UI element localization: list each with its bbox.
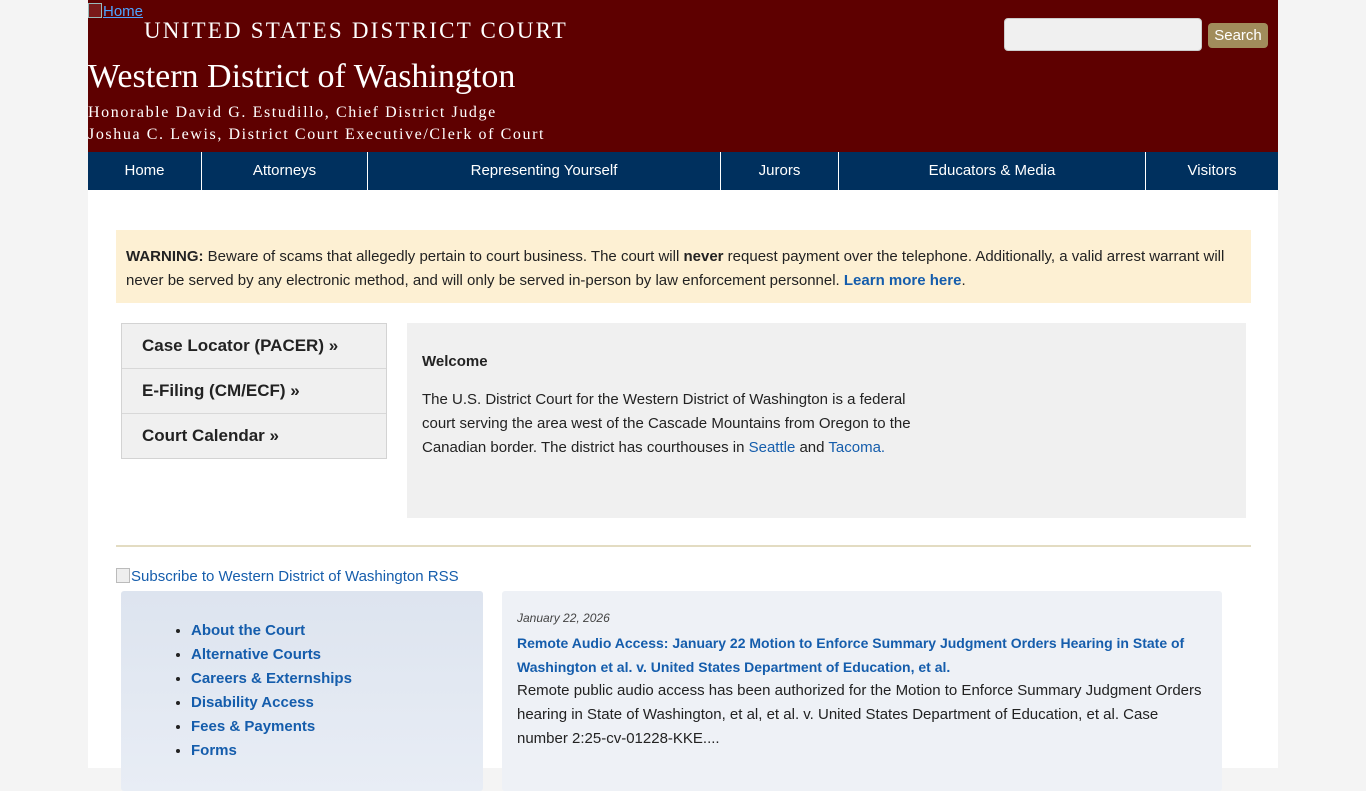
welcome-title: Welcome	[422, 353, 488, 370]
broken-image-icon	[88, 3, 102, 18]
home-logo-link[interactable]: Home	[88, 3, 143, 20]
nav-attorneys[interactable]: Attorneys	[202, 152, 368, 190]
main-nav: Home Attorneys Representing Yourself Jur…	[88, 152, 1278, 190]
search-button[interactable]: Search	[1208, 23, 1268, 48]
welcome-text-3: .	[880, 439, 886, 456]
news-title-link[interactable]: Remote Audio Access: January 22 Motion t…	[517, 631, 1207, 679]
chief-judge: Honorable David G. Estudillo, Chief Dist…	[88, 104, 497, 121]
nav-jurors[interactable]: Jurors	[721, 152, 839, 190]
court-calendar-link[interactable]: Court Calendar »	[122, 414, 386, 459]
search-input[interactable]	[1004, 18, 1202, 51]
court-clerk: Joshua C. Lewis, District Court Executiv…	[88, 126, 546, 143]
welcome-text: The U.S. District Court for the Western …	[422, 388, 912, 460]
sidebar-item-fees[interactable]: Fees & Payments	[191, 715, 483, 739]
sidebar-links: About the Court Alternative Courts Caree…	[121, 591, 483, 791]
warning-emphasis: never	[683, 248, 724, 265]
court-name: UNITED STATES DISTRICT COURT	[144, 18, 569, 43]
sidebar-item-about[interactable]: About the Court	[191, 619, 483, 643]
scam-warning: WARNING: Beware of scams that allegedly …	[116, 230, 1251, 303]
home-logo-alt: Home	[103, 3, 144, 20]
district-name: Western District of Washington	[88, 58, 516, 95]
case-locator-link[interactable]: Case Locator (PACER) »	[122, 324, 386, 369]
site-header: Home UNITED STATES DISTRICT COURT Wester…	[88, 0, 1278, 152]
welcome-text-2: and	[795, 439, 829, 456]
news-date: January 22, 2026	[517, 611, 610, 625]
sidebar-item-alternative-courts[interactable]: Alternative Courts	[191, 643, 483, 667]
warning-end: .	[961, 272, 966, 289]
news-body: Remote public audio access has been auth…	[517, 682, 1202, 747]
rss-subscribe-link[interactable]: Subscribe to Western District of Washing…	[116, 568, 459, 585]
e-filing-link[interactable]: E-Filing (CM/ECF) »	[122, 369, 386, 414]
news-panel: January 22, 2026 Remote Audio Access: Ja…	[502, 591, 1222, 791]
warning-label: WARNING:	[126, 248, 204, 265]
rss-alt-text: Subscribe to Western District of Washing…	[131, 568, 459, 585]
quick-links: Case Locator (PACER) » E-Filing (CM/ECF)…	[121, 323, 387, 459]
warning-text-1: Beware of scams that allegedly pertain t…	[203, 248, 684, 265]
sidebar-item-disability[interactable]: Disability Access	[191, 691, 483, 715]
learn-more-link[interactable]: Learn more here	[844, 272, 962, 289]
welcome-panel: Welcome The U.S. District Court for the …	[407, 323, 1246, 518]
nav-representing-yourself[interactable]: Representing Yourself	[368, 152, 721, 190]
seattle-link[interactable]: Seattle	[749, 439, 796, 456]
tacoma-link[interactable]: Tacoma	[828, 439, 881, 456]
section-divider	[116, 545, 1251, 547]
broken-image-icon	[116, 568, 130, 583]
nav-visitors[interactable]: Visitors	[1146, 152, 1278, 190]
sidebar-item-forms[interactable]: Forms	[191, 739, 483, 763]
nav-educators-media[interactable]: Educators & Media	[839, 152, 1146, 190]
nav-home[interactable]: Home	[88, 152, 202, 190]
page: Home UNITED STATES DISTRICT COURT Wester…	[88, 0, 1278, 791]
sidebar-item-careers[interactable]: Careers & Externships	[191, 667, 483, 691]
